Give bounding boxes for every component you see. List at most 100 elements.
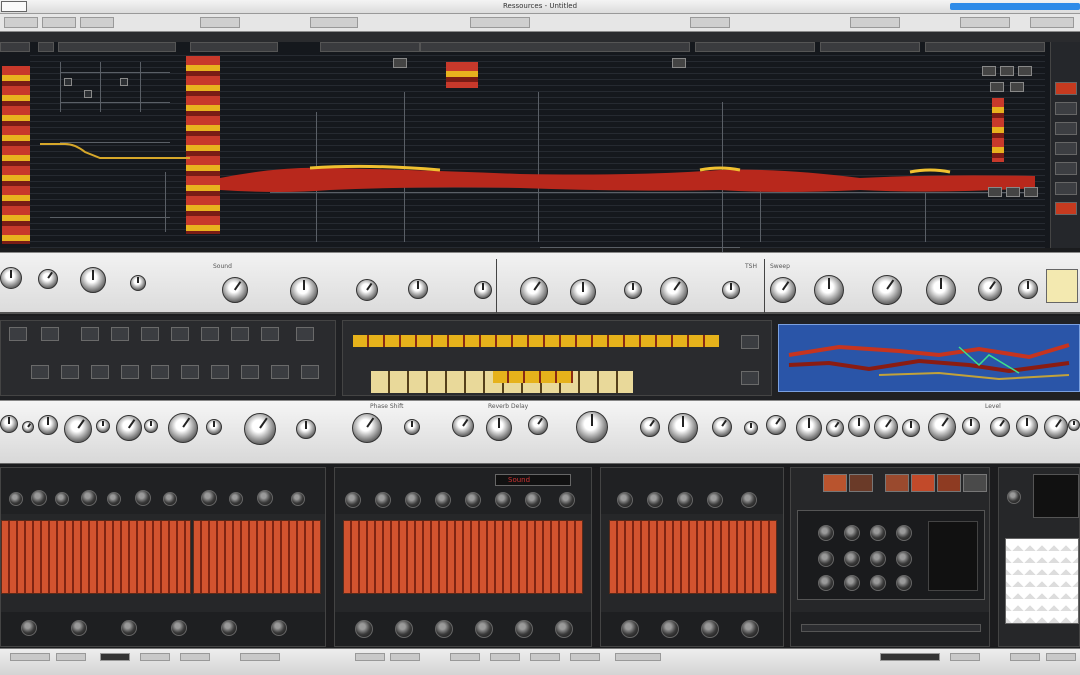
knob-icon[interactable] — [395, 620, 413, 638]
knob-icon[interactable] — [701, 620, 719, 638]
status-field[interactable] — [180, 653, 210, 661]
knob-icon[interactable] — [9, 492, 23, 506]
knob-icon[interactable] — [576, 411, 608, 443]
knob-icon[interactable] — [570, 279, 596, 305]
status-field[interactable] — [10, 653, 50, 661]
mixer-button[interactable] — [31, 365, 49, 379]
toolbar-button-5[interactable] — [310, 17, 358, 28]
mixer-button[interactable] — [201, 327, 219, 341]
toolbar-button-6[interactable] — [470, 17, 530, 28]
mixer-button[interactable] — [41, 327, 59, 341]
sequencer-button[interactable] — [741, 371, 759, 385]
clip-marker[interactable] — [672, 58, 686, 68]
knob-icon[interactable] — [874, 415, 898, 439]
toolbar-button-3[interactable] — [80, 17, 114, 28]
pad-icon[interactable] — [849, 474, 873, 492]
knob-icon[interactable] — [135, 490, 151, 506]
knob-icon[interactable] — [741, 620, 759, 638]
knob-icon[interactable] — [624, 281, 642, 299]
pad-icon[interactable] — [911, 474, 935, 492]
knob-icon[interactable] — [1044, 415, 1068, 439]
automation-curve[interactable] — [40, 132, 200, 172]
pad-icon[interactable] — [937, 474, 961, 492]
track-header[interactable] — [58, 42, 176, 52]
knob-icon[interactable] — [96, 419, 110, 433]
knob-icon[interactable] — [55, 492, 69, 506]
knob-icon[interactable] — [375, 492, 391, 508]
side-button[interactable] — [1055, 202, 1077, 215]
knob-icon[interactable] — [465, 492, 481, 508]
mixer-button[interactable] — [231, 327, 249, 341]
audio-waveform[interactable] — [220, 160, 1035, 200]
knob-icon[interactable] — [660, 277, 688, 305]
clip-marker[interactable] — [990, 82, 1004, 92]
knob-icon[interactable] — [144, 419, 158, 433]
mixer-button[interactable] — [261, 327, 279, 341]
clip-marker[interactable] — [982, 66, 996, 76]
side-button[interactable] — [1055, 142, 1077, 155]
knob-icon[interactable] — [870, 575, 886, 591]
knob-icon[interactable] — [621, 620, 639, 638]
mixer-button[interactable] — [301, 365, 319, 379]
status-field[interactable] — [880, 653, 940, 661]
knob-icon[interactable] — [870, 525, 886, 541]
knob-icon[interactable] — [229, 492, 243, 506]
knob-icon[interactable] — [486, 415, 512, 441]
knob-icon[interactable] — [171, 620, 187, 636]
knob-icon[interactable] — [31, 490, 47, 506]
knob-icon[interactable] — [668, 413, 698, 443]
knob-icon[interactable] — [71, 620, 87, 636]
status-field[interactable] — [530, 653, 560, 661]
knob-icon[interactable] — [770, 277, 796, 303]
knob-icon[interactable] — [474, 281, 492, 299]
clip-block[interactable] — [992, 98, 1004, 162]
knob-icon[interactable] — [121, 620, 137, 636]
fader-icon[interactable] — [1, 520, 191, 594]
knob-icon[interactable] — [926, 275, 956, 305]
knob-icon[interactable] — [107, 492, 121, 506]
pad-icon[interactable] — [963, 474, 987, 492]
knob-icon[interactable] — [221, 620, 237, 636]
clip-marker[interactable] — [120, 78, 128, 86]
sequencer-row[interactable] — [353, 335, 719, 347]
knob-icon[interactable] — [206, 419, 222, 435]
knob-icon[interactable] — [712, 417, 732, 437]
clip-marker[interactable] — [1018, 66, 1032, 76]
fader-icon[interactable] — [609, 520, 777, 594]
knob-icon[interactable] — [163, 492, 177, 506]
knob-icon[interactable] — [520, 277, 548, 305]
knob-icon[interactable] — [818, 525, 834, 541]
knob-icon[interactable] — [38, 269, 58, 289]
fader-icon[interactable] — [193, 520, 321, 594]
clip-marker[interactable] — [988, 187, 1002, 197]
status-field[interactable] — [450, 653, 480, 661]
knob-icon[interactable] — [435, 492, 451, 508]
knob-icon[interactable] — [515, 620, 533, 638]
knob-icon[interactable] — [818, 575, 834, 591]
knob-icon[interactable] — [707, 492, 723, 508]
mixer-button[interactable] — [151, 365, 169, 379]
knob-icon[interactable] — [722, 281, 740, 299]
mixer-button[interactable] — [241, 365, 259, 379]
knob-icon[interactable] — [928, 413, 956, 441]
knob-icon[interactable] — [661, 620, 679, 638]
knob-icon[interactable] — [978, 277, 1002, 301]
knob-icon[interactable] — [617, 492, 633, 508]
knob-icon[interactable] — [356, 279, 378, 301]
knob-icon[interactable] — [990, 417, 1010, 437]
status-field[interactable] — [390, 653, 420, 661]
toolbar-button-2[interactable] — [42, 17, 76, 28]
knob-icon[interactable] — [640, 417, 660, 437]
clip-marker[interactable] — [1000, 66, 1014, 76]
knob-icon[interactable] — [848, 415, 870, 437]
mixer-button[interactable] — [171, 327, 189, 341]
knob-icon[interactable] — [741, 492, 757, 508]
mixer-button[interactable] — [271, 365, 289, 379]
track-header[interactable] — [38, 42, 54, 52]
sequencer-row[interactable] — [493, 371, 573, 383]
mixer-button[interactable] — [211, 365, 229, 379]
knob-icon[interactable] — [80, 267, 106, 293]
knob-icon[interactable] — [647, 492, 663, 508]
side-button[interactable] — [1055, 182, 1077, 195]
knob-icon[interactable] — [290, 277, 318, 305]
